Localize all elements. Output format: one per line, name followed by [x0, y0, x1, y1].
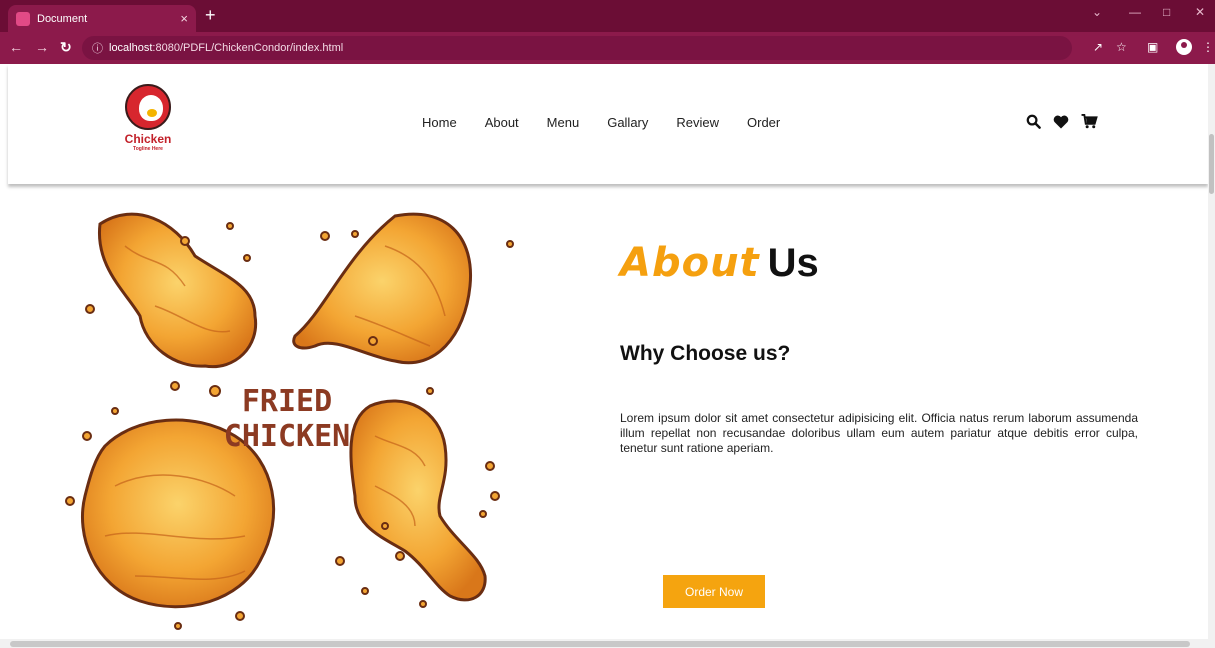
tab-title: Document [37, 12, 88, 25]
logo-tagline: Togline Here [133, 146, 163, 152]
new-tab-button[interactable]: + [205, 5, 216, 25]
header-icons [1026, 114, 1098, 129]
profile-icon[interactable] [1176, 39, 1192, 55]
heart-icon[interactable] [1053, 115, 1069, 129]
horizontal-scroll-thumb[interactable] [10, 641, 1190, 647]
url-host: localhost [109, 42, 153, 54]
main-nav: Home About Menu Gallary Review Order [422, 115, 780, 130]
logo-name: Chicken [124, 132, 172, 146]
nav-order[interactable]: Order [747, 115, 780, 130]
back-icon[interactable]: ← [9, 39, 23, 55]
about-heading-highlight: About [620, 240, 760, 286]
tab-favicon-icon [16, 11, 30, 26]
cart-icon[interactable] [1081, 114, 1098, 129]
illustration-text-chicken: CHICKEN [224, 419, 350, 454]
nav-home[interactable]: Home [422, 115, 457, 130]
about-heading-rest: Us [767, 241, 819, 285]
minimize-icon[interactable]: — [1129, 5, 1141, 19]
reload-icon[interactable]: ↻ [60, 39, 72, 56]
menu-icon[interactable]: ⋮ [1202, 40, 1214, 54]
site-header: Chicken Togline Here Home About Menu Gal… [8, 64, 1208, 184]
fried-chicken-illustration: FRIED CHICKEN [65, 212, 514, 630]
logo-chicken-icon [125, 84, 171, 130]
share-icon[interactable]: ↗ [1093, 40, 1103, 54]
star-icon[interactable]: ☆ [1116, 40, 1127, 54]
about-paragraph: Lorem ipsum dolor sit amet consectetur a… [620, 411, 1138, 455]
url-input[interactable]: ⓘ localhost :8080/PDFL/ChickenCondor/ind… [82, 36, 1072, 60]
forward-icon[interactable]: → [35, 39, 49, 55]
info-icon[interactable]: ⓘ [92, 40, 103, 56]
nav-gallary[interactable]: Gallary [607, 115, 648, 130]
illustration-text-fried: FRIED [242, 384, 332, 419]
close-window-icon[interactable]: ✕ [1195, 5, 1205, 19]
vertical-scroll-thumb[interactable] [1209, 134, 1214, 194]
search-icon[interactable] [1026, 114, 1041, 129]
about-subtitle: Why Choose us? [620, 342, 791, 365]
sidepanel-icon[interactable]: ▣ [1147, 40, 1158, 54]
logo[interactable]: Chicken Togline Here [122, 84, 174, 164]
restore-icon[interactable]: □ [1163, 5, 1170, 19]
browser-tab-bar: Document × + ⌄ — □ ✕ [0, 0, 1215, 32]
order-now-button[interactable]: Order Now [663, 575, 765, 608]
tab-close-icon[interactable]: × [180, 11, 188, 26]
nav-about[interactable]: About [485, 115, 519, 130]
browser-tab[interactable]: Document × [8, 5, 196, 32]
about-heading: About Us [620, 240, 819, 286]
nav-menu[interactable]: Menu [547, 115, 580, 130]
tab-search-icon[interactable]: ⌄ [1092, 5, 1102, 19]
url-path: :8080/PDFL/ChickenCondor/index.html [152, 42, 344, 54]
address-bar: ← → ↻ ⓘ localhost :8080/PDFL/ChickenCond… [0, 32, 1215, 64]
nav-review[interactable]: Review [676, 115, 719, 130]
